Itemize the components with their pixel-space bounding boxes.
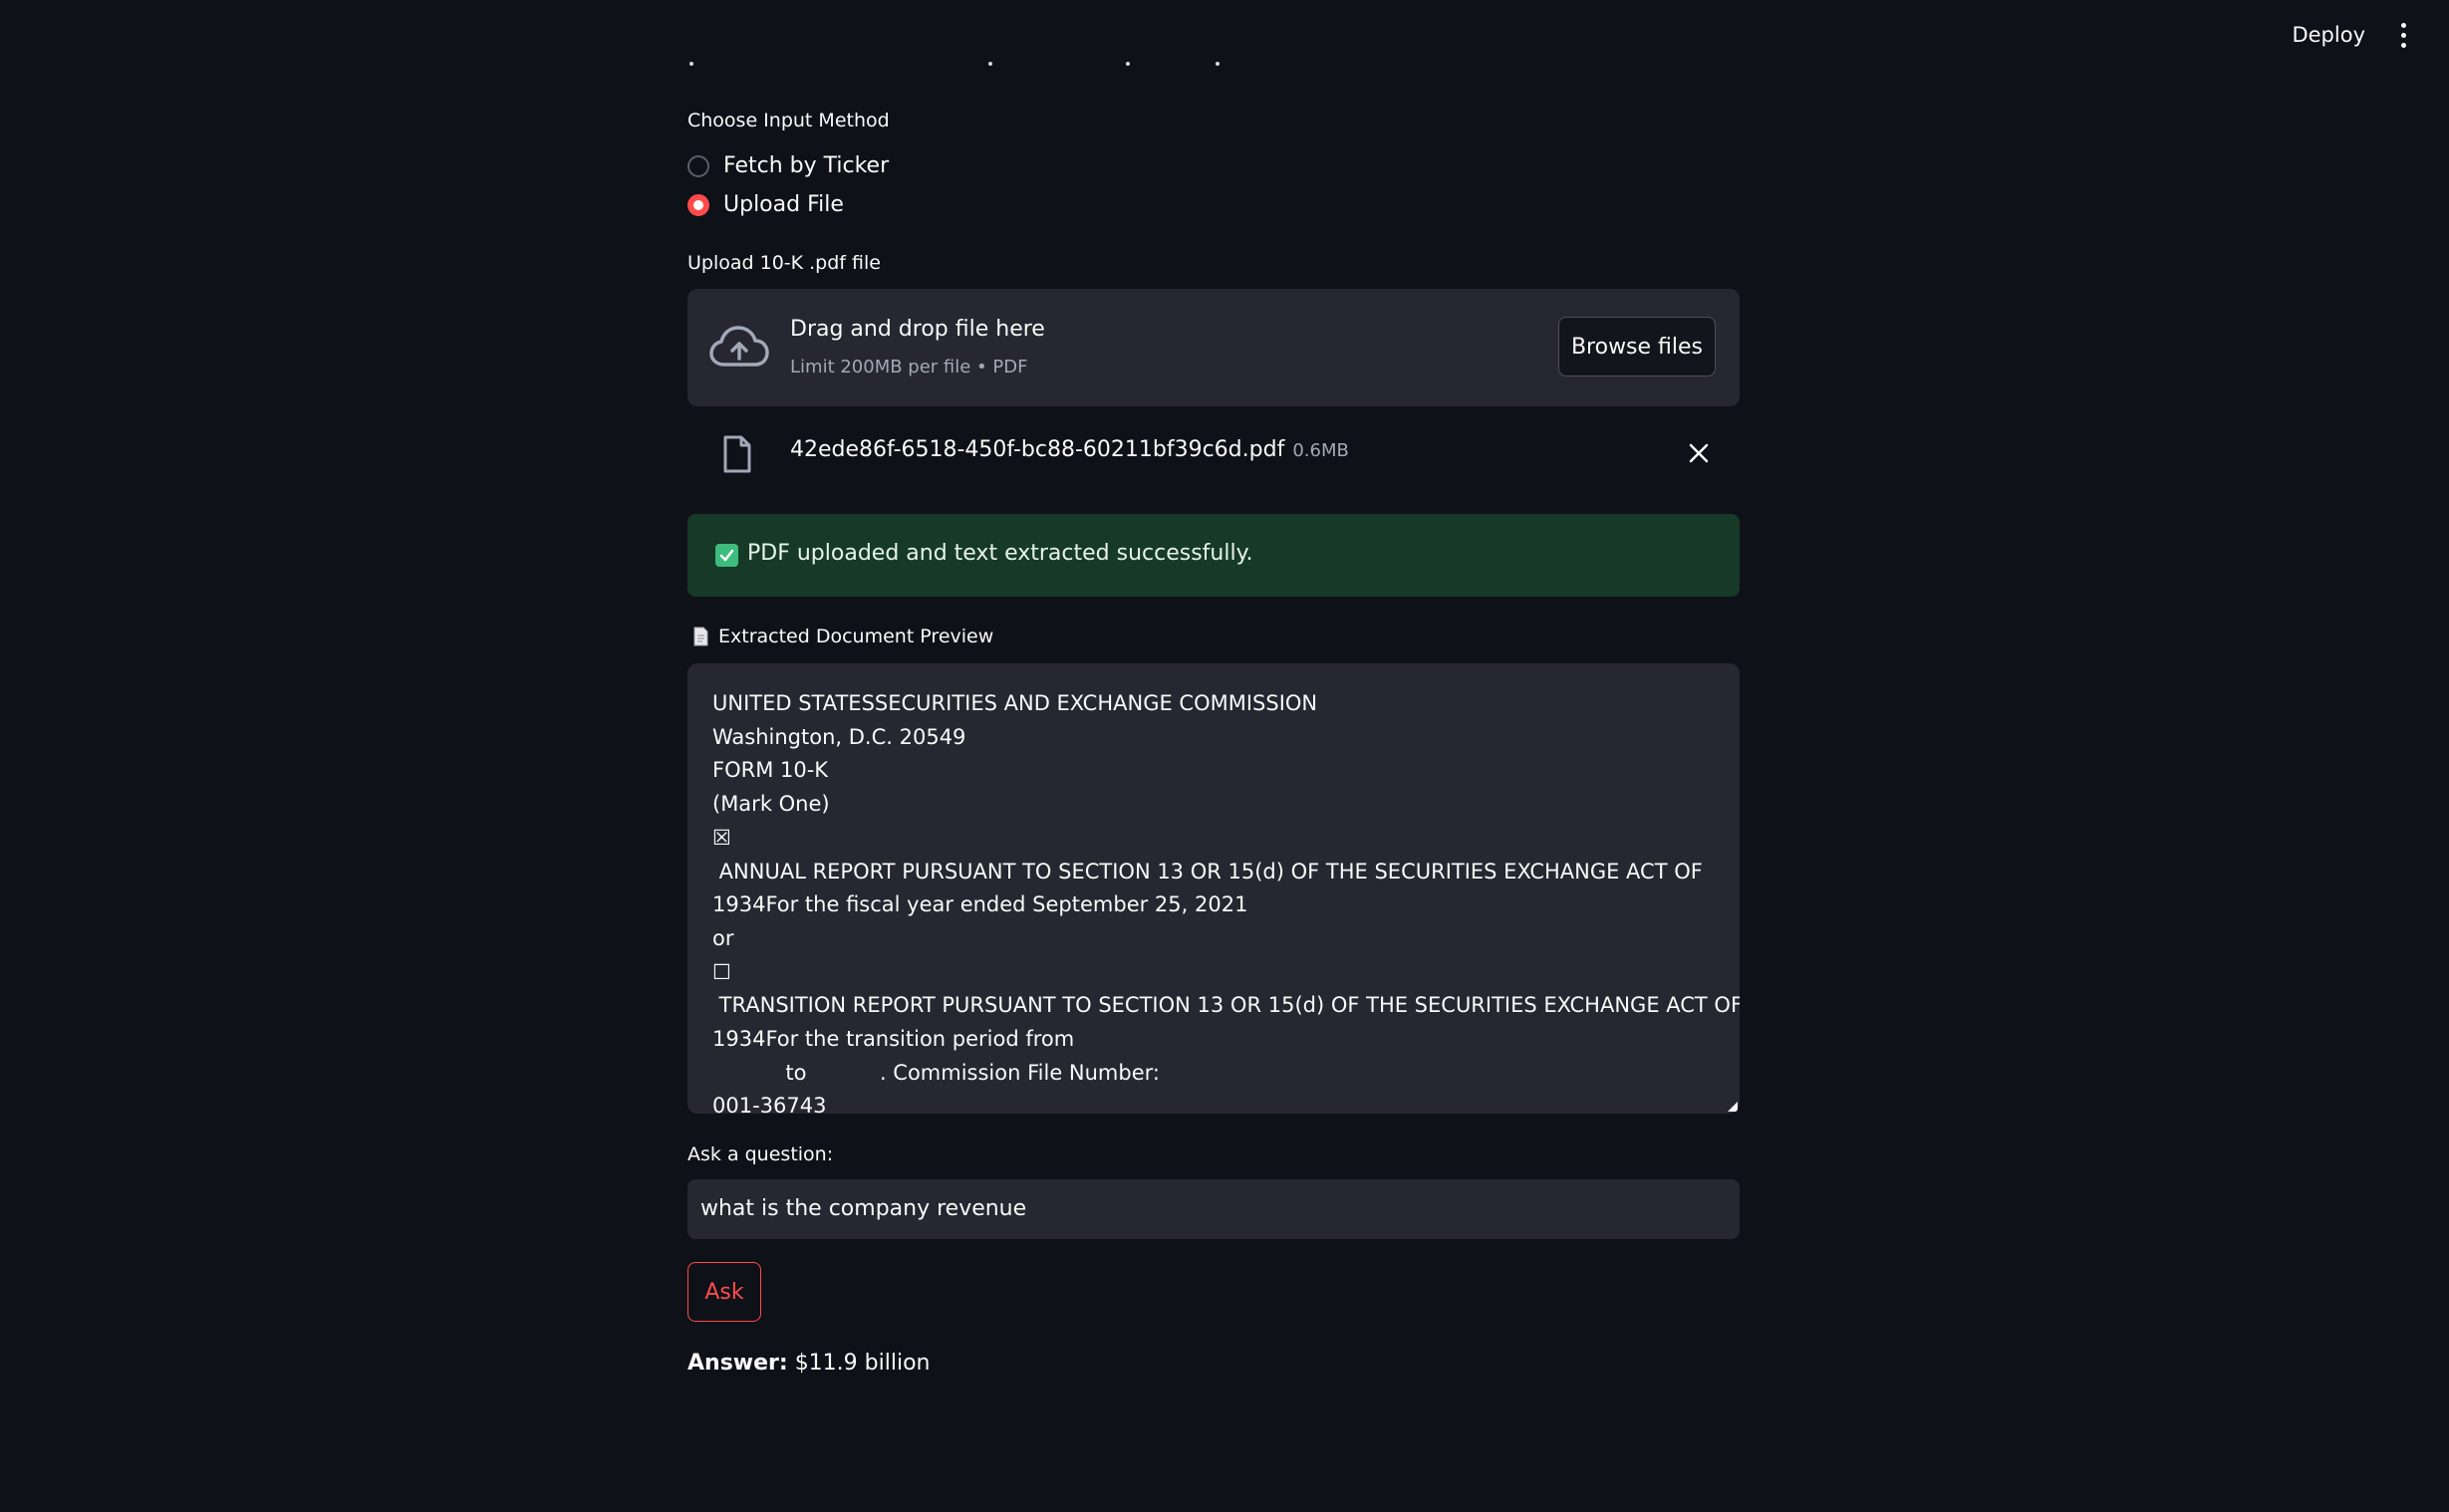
dropzone-subtitle: Limit 200MB per file • PDF — [790, 357, 1028, 378]
preview-label: Extracted Document Preview — [687, 626, 993, 647]
ask-button[interactable]: Ask — [687, 1262, 761, 1322]
radio-button-selected[interactable] — [687, 193, 709, 216]
question-input[interactable]: what is the company revenue — [687, 1179, 1740, 1239]
file-size: 0.6MB — [1292, 440, 1349, 461]
preview-content: UNITED STATESSECURITIES AND EXCHANGE COM… — [712, 691, 1740, 1114]
file-icon — [723, 435, 751, 473]
preview-label-text: Extracted Document Preview — [718, 626, 994, 647]
success-message: PDF uploaded and text extracted successf… — [747, 541, 1253, 566]
radio-label: Upload File — [723, 192, 844, 217]
answer-value: $11.9 billion — [794, 1351, 931, 1376]
uploader-label: Upload 10-K .pdf file — [687, 252, 881, 274]
answer-label: Answer: — [687, 1351, 788, 1376]
radio-button[interactable] — [687, 154, 709, 177]
resize-handle-icon[interactable] — [1728, 1102, 1738, 1112]
question-label: Ask a question: — [687, 1143, 834, 1165]
kebab-menu-icon[interactable] — [2393, 18, 2413, 52]
clipped-text-remnant — [687, 54, 1245, 72]
file-name-text: 42ede86f-6518-450f-bc88-60211bf39c6d.pdf — [790, 437, 1285, 462]
success-alert: PDF uploaded and text extracted successf… — [687, 514, 1740, 597]
cloud-upload-icon — [709, 326, 769, 367]
dropzone-title: Drag and drop file here — [790, 317, 1045, 342]
input-method-label: Choose Input Method — [687, 110, 890, 131]
document-preview-textarea[interactable]: UNITED STATESSECURITIES AND EXCHANGE COM… — [687, 663, 1740, 1114]
checkmark-icon — [715, 544, 738, 567]
radio-label: Fetch by Ticker — [723, 153, 890, 178]
radio-fetch-by-ticker[interactable]: Fetch by Ticker — [687, 153, 889, 178]
file-name: 42ede86f-6518-450f-bc88-60211bf39c6d.pdf… — [790, 437, 1349, 462]
answer-text: Answer: $11.9 billion — [687, 1351, 930, 1376]
radio-upload-file[interactable]: Upload File — [687, 192, 844, 217]
browse-files-button[interactable]: Browse files — [1558, 317, 1716, 377]
deploy-button[interactable]: Deploy — [2292, 18, 2365, 52]
file-dropzone[interactable]: Drag and drop file here Limit 200MB per … — [687, 289, 1740, 406]
close-icon[interactable] — [1686, 440, 1712, 466]
page-icon — [693, 627, 708, 646]
uploaded-file-row: 42ede86f-6518-450f-bc88-60211bf39c6d.pdf… — [687, 424, 1740, 484]
